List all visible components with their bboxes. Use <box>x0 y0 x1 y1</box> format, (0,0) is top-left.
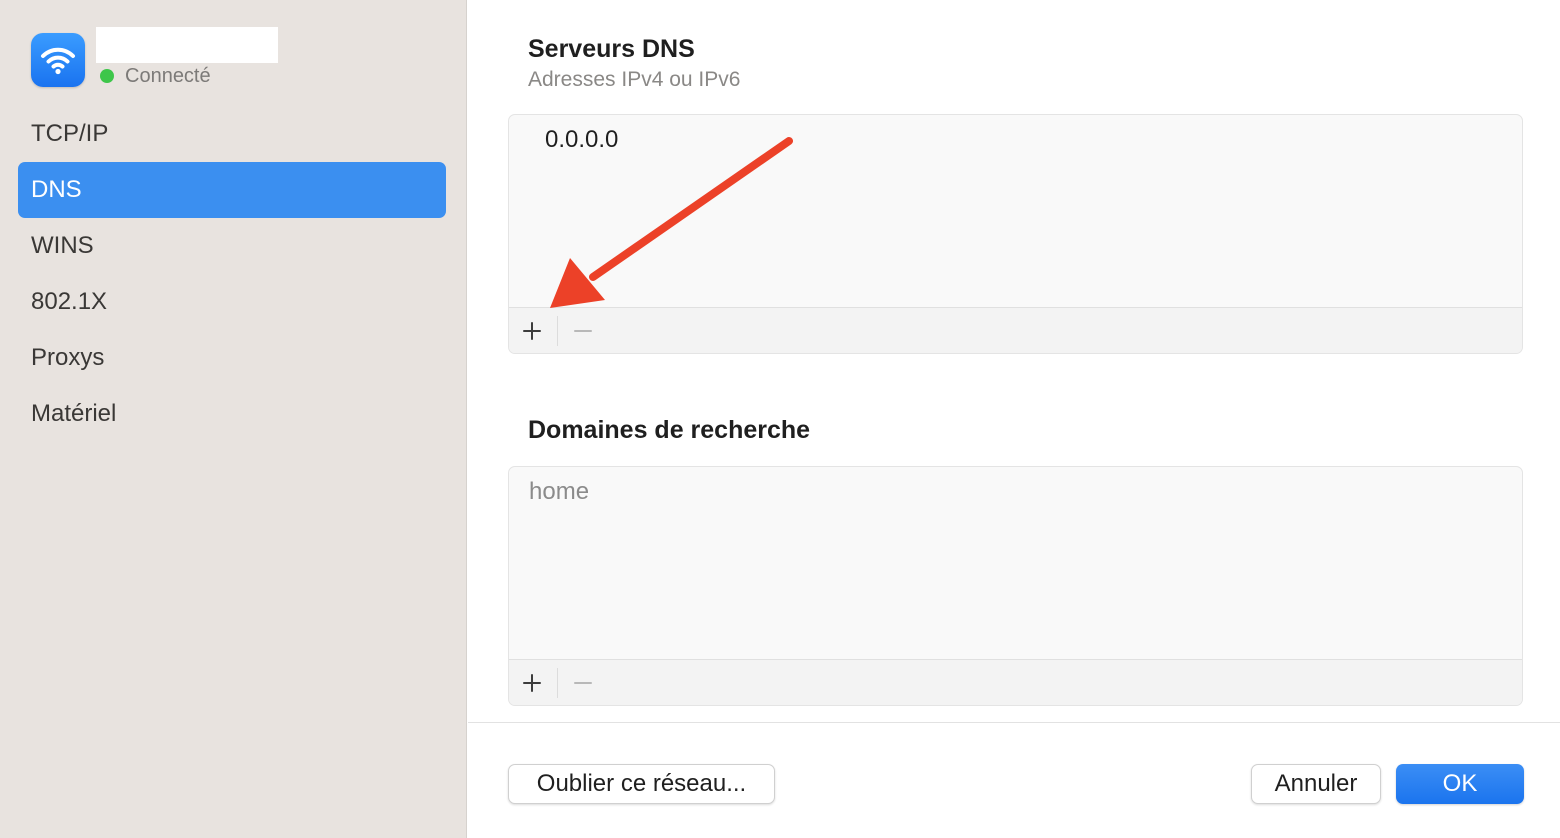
toolbar-divider <box>557 667 558 698</box>
footer-divider <box>468 722 1560 723</box>
remove-dns-server-button[interactable] <box>560 309 606 353</box>
sidebar-item-proxys[interactable]: Proxys <box>18 330 446 386</box>
main-panel: Serveurs DNS Adresses IPv4 ou IPv6 0.0.0… <box>468 0 1560 838</box>
dns-servers-subtitle: Adresses IPv4 ou IPv6 <box>528 68 741 91</box>
sidebar-item-wins[interactable]: WINS <box>18 218 446 274</box>
sidebar-item-dns[interactable]: DNS <box>18 162 446 218</box>
dns-server-entry[interactable]: 0.0.0.0 <box>545 126 618 154</box>
sidebar-item-label: DNS <box>31 176 82 203</box>
search-domains-toolbar <box>509 659 1522 705</box>
sidebar-item-label: Matériel <box>31 400 117 427</box>
plus-icon <box>523 321 541 340</box>
toolbar-divider <box>557 315 558 346</box>
network-name-redacted <box>96 27 278 63</box>
search-domains-title: Domaines de recherche <box>528 416 811 444</box>
status-dot <box>100 69 114 83</box>
status-label: Connecté <box>125 64 211 87</box>
sidebar-nav: TCP/IP DNS WINS 802.1X Proxys Matériel <box>18 106 446 442</box>
remove-search-domain-button[interactable] <box>560 661 606 705</box>
plus-icon <box>523 673 541 692</box>
forget-network-button[interactable]: Oublier ce réseau... <box>508 764 775 804</box>
search-domain-entry[interactable]: home <box>529 478 589 506</box>
ok-button[interactable]: OK <box>1396 764 1524 804</box>
connection-status: Connecté <box>100 64 211 88</box>
add-search-domain-button[interactable] <box>509 661 555 705</box>
dns-servers-list-area[interactable]: 0.0.0.0 <box>509 115 1522 307</box>
sidebar: Connecté TCP/IP DNS WINS 802.1X Proxys M… <box>0 0 467 838</box>
add-dns-server-button[interactable] <box>509 309 555 353</box>
search-domains-list: home <box>508 466 1523 706</box>
dns-servers-toolbar <box>509 307 1522 353</box>
sidebar-item-tcp-ip[interactable]: TCP/IP <box>18 106 446 162</box>
wifi-icon <box>31 33 85 87</box>
search-domains-list-area[interactable]: home <box>509 467 1522 659</box>
cancel-button[interactable]: Annuler <box>1251 764 1381 804</box>
sidebar-item-label: TCP/IP <box>31 120 109 147</box>
sidebar-item-label: 802.1X <box>31 288 108 315</box>
network-settings-window: Connecté TCP/IP DNS WINS 802.1X Proxys M… <box>0 0 1560 838</box>
minus-icon <box>574 329 592 332</box>
dns-servers-list: 0.0.0.0 <box>508 114 1523 354</box>
sidebar-item-materiel[interactable]: Matériel <box>18 386 446 442</box>
sidebar-item-label: Proxys <box>31 344 105 371</box>
dns-servers-title: Serveurs DNS <box>528 35 695 63</box>
sidebar-item-label: WINS <box>31 232 94 259</box>
minus-icon <box>574 681 592 684</box>
sidebar-item-8021x[interactable]: 802.1X <box>18 274 446 330</box>
